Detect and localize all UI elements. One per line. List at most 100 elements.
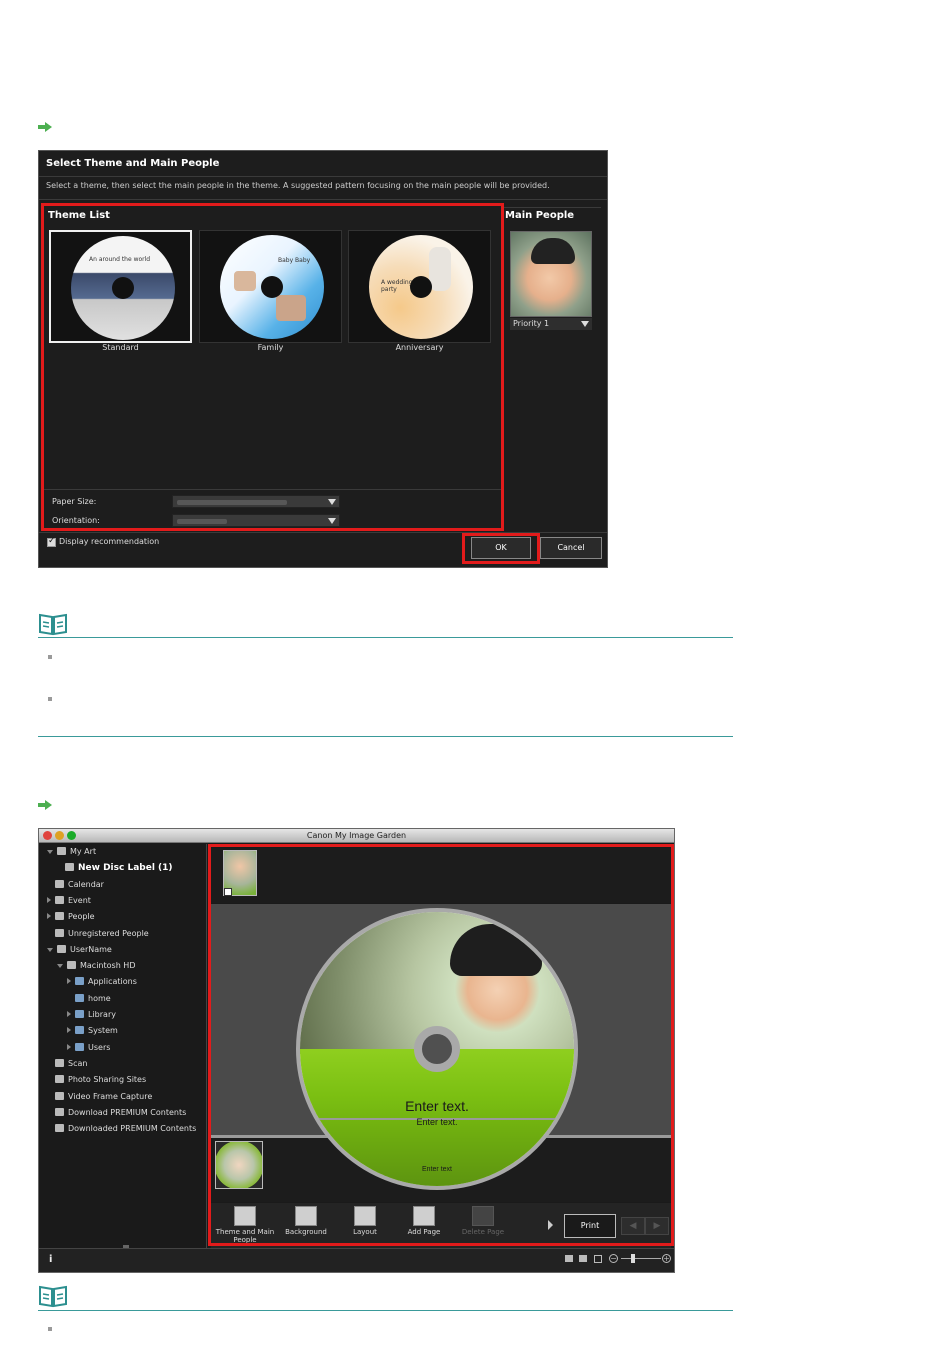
info-icon[interactable]: i bbox=[49, 1254, 52, 1265]
bullet bbox=[48, 1327, 52, 1331]
sidebar-item-label: Calendar bbox=[68, 879, 104, 889]
sidebar-item-label: home bbox=[88, 993, 111, 1003]
sidebar: My Art New Disc Label (1) Calendar Event Peo… bbox=[39, 844, 207, 1248]
sidebar-item[interactable]: Calendar bbox=[47, 879, 104, 894]
main-people-label: Main People bbox=[505, 210, 575, 221]
sidebar-item-label: Applications bbox=[88, 977, 137, 987]
disclosure-closed-icon[interactable] bbox=[47, 913, 51, 920]
sidebar-item-label: My Art bbox=[70, 847, 97, 856]
folder-icon bbox=[75, 977, 84, 986]
dialog-instruction: Select a theme, then select the main peo… bbox=[46, 181, 550, 190]
dialog-title: Select Theme and Main People bbox=[46, 158, 220, 169]
step-arrow-icon bbox=[38, 122, 52, 132]
bullet bbox=[48, 697, 52, 701]
sidebar-item[interactable]: home bbox=[67, 993, 111, 1008]
art-icon bbox=[57, 847, 66, 855]
window-title: Canon My Image Garden bbox=[306, 831, 407, 840]
sidebar-item-label: Downloaded PREMIUM Contents bbox=[68, 1124, 197, 1134]
divider bbox=[39, 199, 607, 200]
zoom-in-icon[interactable]: + bbox=[662, 1254, 671, 1263]
scan-icon bbox=[55, 1058, 64, 1067]
sidebar-item[interactable]: Downloaded PREMIUM Contents bbox=[47, 1124, 196, 1138]
zoom-slider-thumb[interactable] bbox=[631, 1254, 635, 1263]
disclosure-closed-icon[interactable] bbox=[67, 1043, 71, 1050]
sidebar-item[interactable]: Macintosh HD bbox=[57, 961, 135, 975]
step-arrow-icon bbox=[38, 800, 52, 810]
note-divider bbox=[38, 736, 733, 737]
chevron-down-icon bbox=[581, 321, 589, 327]
sidebar-item[interactable]: Users bbox=[67, 1042, 111, 1057]
checkmark-icon: ✓ bbox=[48, 536, 56, 546]
sidebar-item-label: Video Frame Capture bbox=[68, 1091, 153, 1101]
sidebar-item-label: Photo Sharing Sites bbox=[68, 1075, 147, 1085]
sidebar-item-label: People bbox=[68, 912, 95, 922]
cancel-button[interactable]: Cancel bbox=[540, 537, 602, 559]
disclosure-closed-icon[interactable] bbox=[67, 978, 71, 985]
sidebar-item[interactable]: Video Frame Capture bbox=[47, 1091, 153, 1106]
disclosure-closed-icon[interactable] bbox=[47, 896, 51, 903]
sidebar-item[interactable]: Event bbox=[47, 895, 91, 910]
view-mode-icon[interactable] bbox=[565, 1255, 573, 1262]
drive-icon bbox=[67, 961, 76, 970]
disclosure-open-icon[interactable] bbox=[47, 850, 53, 854]
sidebar-item[interactable]: New Disc Label (1) bbox=[57, 863, 173, 877]
sidebar-item-label: UserName bbox=[70, 944, 112, 954]
main-person-photo[interactable] bbox=[510, 231, 592, 317]
sidebar-item-label: System bbox=[88, 1026, 118, 1036]
sidebar-item-label: Macintosh HD bbox=[80, 961, 136, 971]
sidebar-item[interactable]: Scan bbox=[47, 1058, 88, 1073]
priority-select[interactable]: Priority 1 bbox=[510, 318, 592, 330]
sidebar-item[interactable]: People bbox=[47, 912, 95, 926]
sidebar-item[interactable]: Unregistered People bbox=[47, 928, 149, 943]
status-bar: i − + bbox=[39, 1248, 674, 1272]
fullscreen-icon[interactable] bbox=[594, 1255, 602, 1263]
computer-icon bbox=[57, 944, 66, 953]
sidebar-item-label: Scan bbox=[68, 1058, 88, 1068]
highlight-box bbox=[462, 533, 540, 564]
display-recommendation-label: Display recommendation bbox=[59, 537, 160, 546]
disclosure-open-icon[interactable] bbox=[47, 947, 53, 952]
downloaded-icon bbox=[55, 1124, 64, 1133]
folder-icon bbox=[75, 993, 84, 1002]
divider bbox=[39, 176, 607, 177]
people-icon bbox=[55, 912, 64, 921]
folder-icon bbox=[75, 1026, 84, 1035]
note-icon bbox=[38, 1284, 68, 1308]
person-icon bbox=[55, 928, 64, 937]
sidebar-item-label: Library bbox=[88, 1010, 116, 1019]
sidebar-item-label: Users bbox=[88, 1042, 111, 1052]
sidebar-item[interactable]: Photo Sharing Sites bbox=[47, 1075, 146, 1089]
sidebar-item[interactable]: My Art bbox=[47, 847, 96, 861]
disclosure-open-icon[interactable] bbox=[57, 964, 63, 969]
hair-shape bbox=[531, 238, 575, 264]
note-icon bbox=[38, 612, 68, 636]
sidebar-item-label: Download PREMIUM Contents bbox=[68, 1107, 187, 1117]
note-divider bbox=[38, 1310, 733, 1311]
sidebar-item[interactable]: Download PREMIUM Contents bbox=[47, 1107, 187, 1122]
note-divider bbox=[38, 637, 733, 638]
disclosure-closed-icon[interactable] bbox=[67, 1011, 71, 1017]
view-mode-alt-icon[interactable] bbox=[579, 1255, 587, 1262]
window-titlebar: Canon My Image Garden bbox=[39, 829, 674, 843]
zoom-slider[interactable] bbox=[621, 1258, 661, 1259]
disc-label-icon bbox=[65, 863, 74, 872]
highlight-box bbox=[208, 844, 674, 1246]
folder-icon bbox=[75, 1010, 84, 1018]
sidebar-item[interactable]: UserName bbox=[47, 944, 112, 959]
sidebar-item-label: Event bbox=[68, 895, 91, 905]
folder-icon bbox=[75, 1042, 84, 1051]
priority-value: Priority 1 bbox=[513, 319, 550, 328]
display-recommendation-checkbox[interactable]: ✓ bbox=[47, 536, 56, 547]
divider bbox=[504, 207, 601, 208]
sidebar-item[interactable]: Library bbox=[67, 1010, 116, 1024]
disclosure-closed-icon[interactable] bbox=[67, 1027, 71, 1034]
zoom-out-icon[interactable]: − bbox=[609, 1254, 618, 1263]
sidebar-item[interactable]: Applications bbox=[67, 977, 137, 991]
event-icon bbox=[55, 895, 64, 904]
photo-sharing-icon bbox=[55, 1075, 64, 1084]
sidebar-item-label: New Disc Label (1) bbox=[78, 863, 173, 874]
highlight-box bbox=[41, 203, 504, 531]
bullet bbox=[48, 655, 52, 659]
sidebar-item[interactable]: System bbox=[67, 1026, 118, 1040]
calendar-icon bbox=[55, 879, 64, 888]
